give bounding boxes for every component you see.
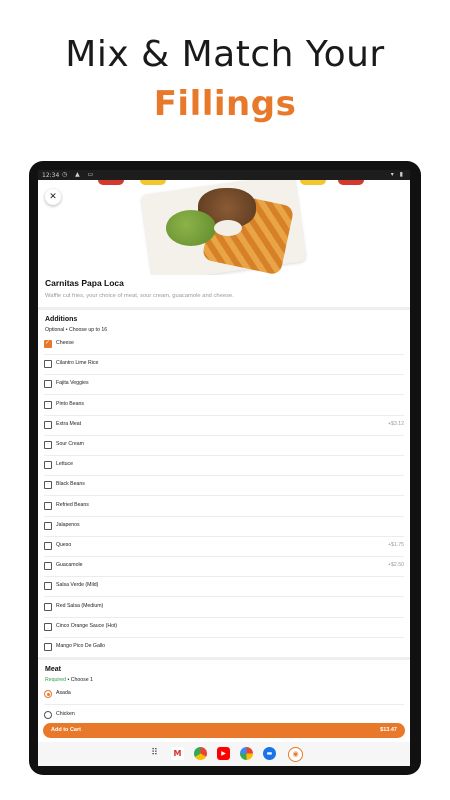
addition-option[interactable]: Red Salsa (Medium) bbox=[38, 598, 410, 618]
decor-stripe bbox=[98, 180, 124, 185]
additions-title: Additions bbox=[45, 316, 78, 323]
photos-icon[interactable] bbox=[240, 747, 253, 760]
addition-label: Pinto Beans bbox=[56, 400, 84, 407]
additions-subtitle: Optional • Choose up to 16 bbox=[45, 327, 108, 333]
add-to-cart-label: Add to Cart bbox=[51, 726, 81, 733]
checkbox-checked[interactable] bbox=[44, 339, 52, 348]
section-divider bbox=[38, 657, 410, 660]
addition-label: Extra Meat bbox=[56, 420, 82, 427]
checkbox[interactable] bbox=[44, 643, 52, 651]
item-photo bbox=[38, 180, 410, 275]
addition-option[interactable]: Guacamole +$2.50 bbox=[38, 557, 410, 578]
addition-label: Fajita Veggies bbox=[56, 380, 89, 387]
guacamole bbox=[166, 210, 216, 246]
addition-option[interactable]: Extra Meat +$3.12 bbox=[38, 416, 410, 436]
decor-stripe bbox=[338, 180, 364, 185]
checkbox[interactable] bbox=[44, 501, 52, 510]
addition-label: Refried Beans bbox=[56, 501, 89, 508]
checkbox[interactable] bbox=[44, 360, 52, 369]
checkbox[interactable] bbox=[44, 400, 52, 409]
app-screen: 12:34 ◷ ▲ ▭ ▾ ▮ ✕ Carnitas Papa Loca Waf… bbox=[38, 170, 410, 766]
cart-total: $13.47 bbox=[380, 726, 397, 733]
addition-price: +$2.50 bbox=[387, 562, 404, 569]
status-bar: 12:34 ◷ ▲ ▭ ▾ ▮ bbox=[38, 170, 410, 180]
youtube-icon[interactable]: ▶ bbox=[217, 747, 230, 760]
addition-option[interactable]: Queso +$1.75 bbox=[38, 537, 410, 557]
checkbox[interactable] bbox=[44, 582, 52, 591]
addition-option[interactable]: Pinto Beans bbox=[38, 396, 410, 416]
checkbox[interactable] bbox=[44, 420, 52, 429]
addition-label: Sour Cream bbox=[56, 441, 84, 447]
addition-label: Salsa Verde (Mild) bbox=[56, 582, 99, 589]
addition-option[interactable]: Cilantro Lime Rice bbox=[38, 355, 410, 376]
apps-icon[interactable]: ⠿ bbox=[148, 747, 161, 760]
checkbox[interactable] bbox=[44, 602, 52, 611]
item-description: Waffle cut fries, your choice of meat, s… bbox=[45, 293, 234, 299]
addition-option[interactable]: Sour Cream bbox=[38, 436, 410, 456]
radio[interactable] bbox=[44, 710, 52, 719]
app-icon[interactable]: ◉ bbox=[288, 747, 303, 762]
addition-option[interactable]: Lettuce bbox=[38, 456, 410, 477]
addition-option[interactable]: Black Beans bbox=[38, 476, 410, 497]
close-button[interactable]: ✕ bbox=[45, 189, 61, 205]
checkbox[interactable] bbox=[44, 441, 52, 449]
addition-option[interactable]: Jalapenos bbox=[38, 517, 410, 537]
decor-stripe bbox=[140, 180, 166, 185]
messages-icon[interactable]: ▬ bbox=[263, 747, 276, 760]
checkbox[interactable] bbox=[44, 461, 52, 470]
addition-option[interactable]: Fajita Veggies bbox=[38, 375, 410, 396]
meat-option[interactable]: Asada bbox=[38, 685, 410, 705]
addition-label: Guacamole bbox=[56, 562, 83, 569]
addition-option[interactable]: Cinco Orange Sauce (Hot) bbox=[38, 618, 410, 638]
addition-label: Cinco Orange Sauce (Hot) bbox=[56, 622, 118, 629]
addition-option[interactable]: Cheese bbox=[38, 335, 410, 355]
addition-price: +$3.12 bbox=[387, 420, 404, 427]
checkbox[interactable] bbox=[44, 622, 52, 631]
meat-subtitle: Required • Choose 1 bbox=[45, 677, 93, 683]
addition-option[interactable]: Salsa Verde (Mild) bbox=[38, 577, 410, 598]
checkbox[interactable] bbox=[44, 481, 52, 490]
addition-label: Jalapenos bbox=[56, 521, 80, 528]
addition-price: +$1.75 bbox=[387, 542, 404, 548]
addition-label: Lettuce bbox=[56, 461, 74, 468]
meat-title: Meat bbox=[45, 666, 61, 673]
meat-label: Asada bbox=[56, 690, 71, 696]
checkbox[interactable] bbox=[44, 562, 52, 571]
addition-label: Queso bbox=[56, 542, 72, 548]
system-icons: ▾ ▮ bbox=[390, 171, 405, 178]
decor-stripe bbox=[300, 180, 326, 185]
notification-icons: ◷ ▲ ▭ bbox=[62, 171, 97, 178]
promo-highlight: Fillings bbox=[153, 84, 297, 124]
item-title: Carnitas Papa Loca bbox=[45, 278, 124, 288]
status-time: 12:34 bbox=[42, 172, 60, 179]
sour-cream bbox=[214, 220, 242, 236]
section-divider bbox=[38, 307, 410, 310]
checkbox[interactable] bbox=[44, 380, 52, 389]
meat-choose-label: • Choose 1 bbox=[66, 677, 93, 683]
required-label: Required bbox=[45, 677, 67, 683]
chrome-icon[interactable] bbox=[194, 747, 207, 760]
close-icon: ✕ bbox=[49, 192, 57, 202]
gmail-icon[interactable]: M bbox=[171, 747, 184, 760]
app-dock: ⠿ M ▶ ▬ ◉ bbox=[38, 742, 410, 766]
addition-label: Red Salsa (Medium) bbox=[56, 602, 104, 609]
addition-option[interactable]: Refried Beans bbox=[38, 497, 410, 517]
add-to-cart-button[interactable]: Add to Cart $13.47 bbox=[43, 723, 405, 738]
addition-label: Black Beans bbox=[56, 481, 85, 488]
promo-headline: Mix & Match Your bbox=[65, 34, 385, 75]
radio-selected[interactable] bbox=[44, 690, 52, 698]
checkbox[interactable] bbox=[44, 542, 52, 550]
addition-label: Cilantro Lime Rice bbox=[56, 360, 99, 367]
addition-label: Cheese bbox=[56, 340, 74, 346]
addition-label: Mango Pico De Gallo bbox=[56, 643, 106, 649]
addition-option[interactable]: Mango Pico De Gallo bbox=[38, 638, 410, 658]
checkbox[interactable] bbox=[44, 521, 52, 530]
meat-label: Chicken bbox=[56, 710, 75, 717]
